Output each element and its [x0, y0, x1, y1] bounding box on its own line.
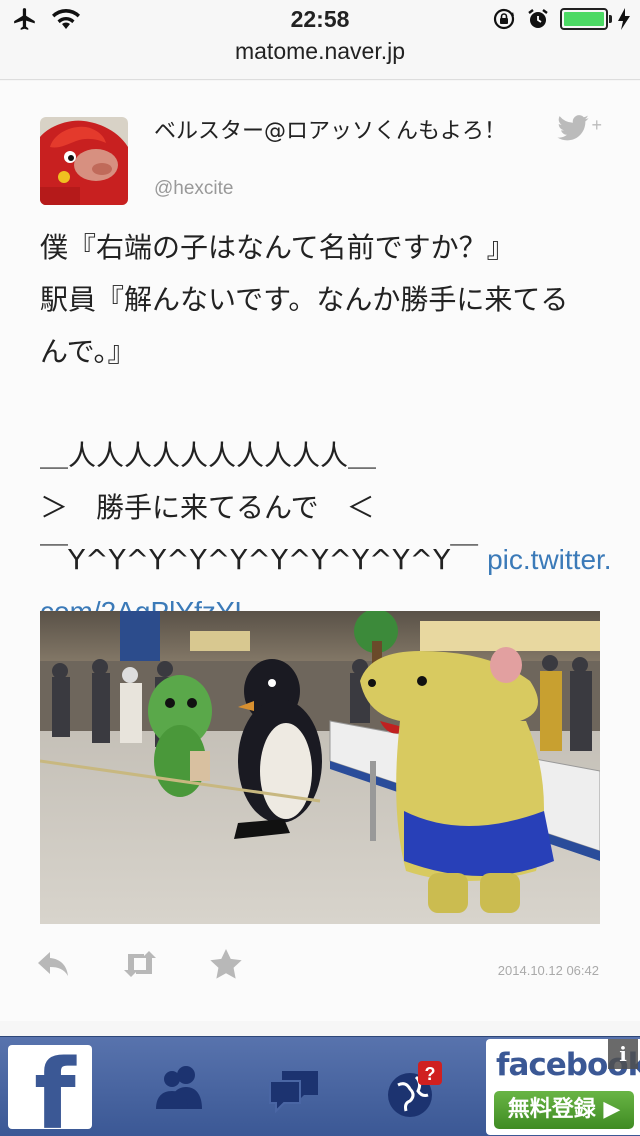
tweet-line: 僕『右端の子はなんて名前ですか？』 [40, 231, 515, 264]
tweet-line: ＞ 勝手に来てるんで ＜ [40, 491, 375, 524]
rotation-lock-icon [493, 8, 515, 30]
tweet-actions [36, 949, 242, 979]
tweet-line: ￣Y^Y^Y^Y^Y^Y^Y^Y^Y^Y￣ [40, 543, 479, 576]
embedded-tweet: ベルスター@ロアッソくんもよろ！ @hexcite + 僕『右端の子はなんて名前… [0, 81, 640, 1021]
status-bar: 22:58 [0, 0, 640, 40]
battery-icon [560, 8, 612, 30]
facebook-f-icon: f [8, 1045, 92, 1136]
charging-icon [618, 8, 630, 30]
globe-notification-icon: ? [388, 1061, 442, 1117]
tweet-line: んで。』 [40, 335, 136, 368]
messages-icon [269, 1071, 318, 1114]
tweet-photo[interactable] [40, 611, 600, 924]
facebook-ad-banner[interactable]: f ? facebook 無料登録 ▶ i [0, 1036, 640, 1136]
follow-button[interactable]: + [557, 115, 602, 141]
url-text: matome.naver.jp [234, 38, 406, 64]
author-handle[interactable]: @hexcite [154, 178, 234, 200]
favorite-icon[interactable] [210, 949, 242, 979]
battery-fill [564, 12, 604, 26]
tweet-line-with-link: ￣Y^Y^Y^Y^Y^Y^Y^Y^Y^Y￣ pic.twitter. [40, 534, 612, 586]
avatar[interactable] [40, 117, 128, 205]
notification-badge: ? [425, 1064, 436, 1084]
friends-icon [156, 1066, 202, 1109]
register-button[interactable]: 無料登録 ▶ [494, 1091, 634, 1129]
reply-icon[interactable] [36, 950, 70, 978]
tweet-line: ＿人人人人人人人人人人＿ [40, 439, 377, 472]
follow-plus: + [591, 115, 602, 135]
tweet-timestamp[interactable]: 2014.10.12 06:42 [498, 963, 599, 978]
url-bar[interactable]: matome.naver.jp [0, 38, 640, 80]
alarm-icon [528, 9, 548, 28]
retweet-icon[interactable] [122, 950, 158, 978]
ad-info-icon[interactable]: i [608, 1039, 638, 1069]
twitter-bird-icon [557, 115, 590, 141]
tweet-line [40, 378, 600, 430]
author-name[interactable]: ベルスター@ロアッソくんもよろ！ [154, 117, 514, 147]
tweet-text: 僕『右端の子はなんて名前ですか？』 駅員『解んないです。なんか勝手に来てる んで… [40, 222, 612, 638]
pic-link-part1[interactable]: pic.twitter. [487, 544, 611, 575]
status-bar-right [492, 7, 630, 31]
tweet-line: 駅員『解んないです。なんか勝手に来てる [40, 283, 569, 316]
